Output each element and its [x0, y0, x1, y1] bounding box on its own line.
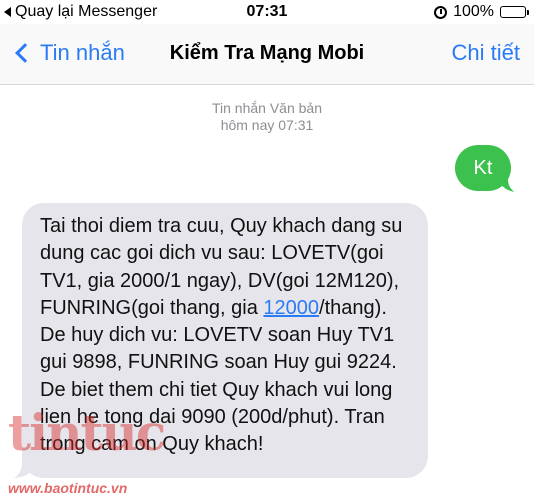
status-right: 100%	[434, 3, 529, 21]
details-button[interactable]: Chi tiết	[452, 40, 520, 66]
status-bar: Quay lại Messenger 07:31 100%	[0, 0, 534, 24]
sent-message-bubble[interactable]: Kt	[455, 145, 511, 191]
sent-message-text: Kt	[473, 156, 493, 179]
watermark-logo: tintuc	[8, 403, 166, 462]
navigation-bar: Tin nhắn Kiểm Tra Mạng Mobi Chi tiết	[0, 24, 534, 85]
alarm-icon	[434, 5, 448, 19]
price-link[interactable]: 12000	[263, 297, 319, 319]
message-timestamp: hôm nay 07:31	[220, 117, 314, 133]
watermark-url: www.baotintuc.vn	[8, 480, 128, 496]
message-meta: Tin nhắn Văn bản hôm nay 07:31	[0, 100, 534, 134]
message-type-label: Tin nhắn Văn bản	[211, 100, 322, 116]
battery-icon	[500, 6, 529, 18]
battery-percent: 100%	[453, 3, 494, 20]
